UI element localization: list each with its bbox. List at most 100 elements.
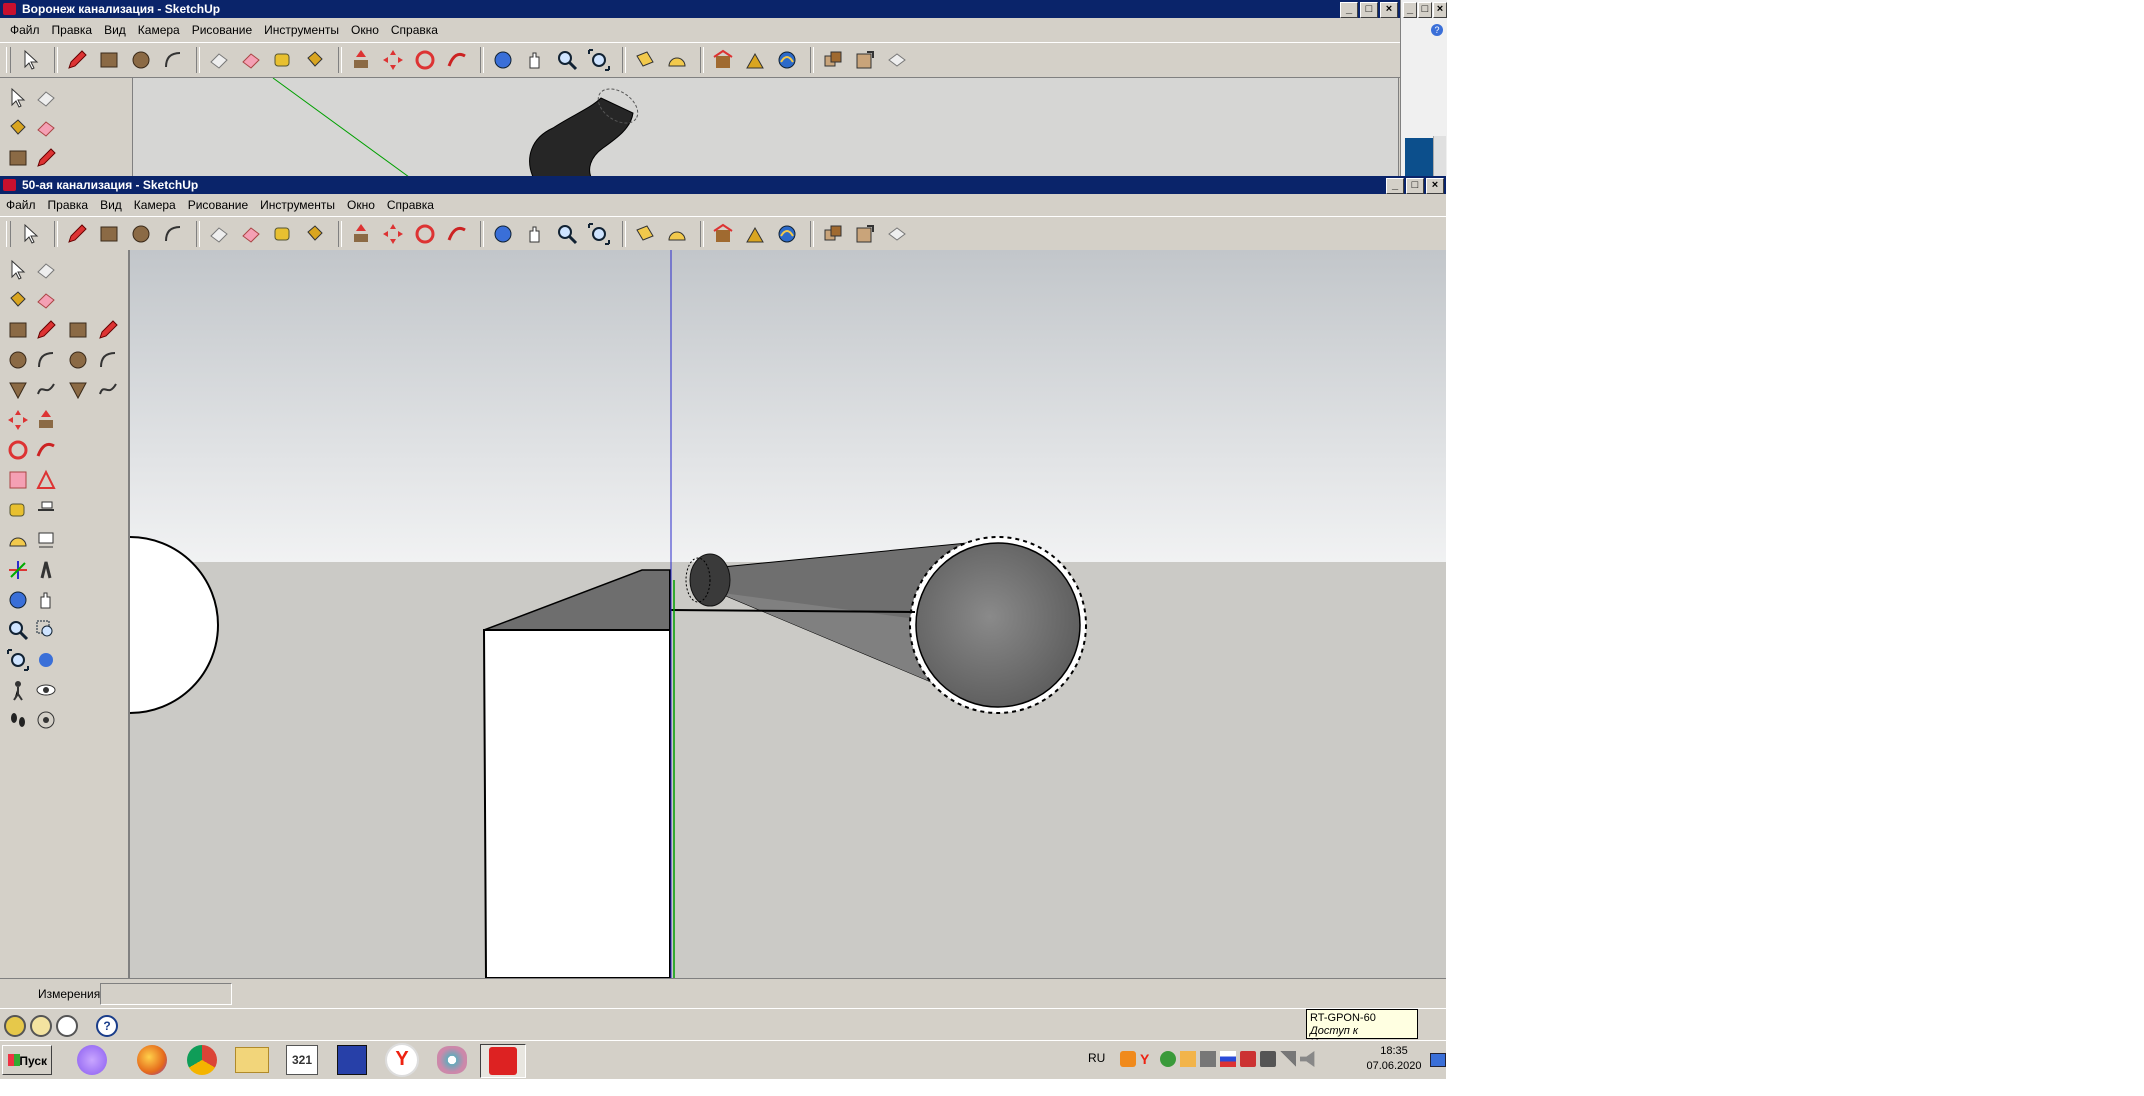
section-plane-icon[interactable] bbox=[631, 46, 659, 74]
show-desktop-icon[interactable] bbox=[1430, 1053, 1446, 1067]
circle-icon[interactable] bbox=[4, 346, 32, 374]
tray-signal-icon[interactable] bbox=[1280, 1051, 1296, 1067]
zoom-icon[interactable] bbox=[553, 220, 581, 248]
arc-icon[interactable] bbox=[32, 346, 60, 374]
menu-view[interactable]: Вид bbox=[94, 198, 128, 212]
toolbar-grip[interactable] bbox=[6, 221, 11, 247]
explorer-icon[interactable] bbox=[230, 1044, 274, 1076]
rotate-icon[interactable] bbox=[411, 220, 439, 248]
geo-location-status-icon[interactable] bbox=[4, 1015, 26, 1037]
zoom-icon[interactable] bbox=[553, 46, 581, 74]
tape-measure-icon[interactable] bbox=[4, 496, 32, 524]
scale-icon[interactable] bbox=[4, 466, 32, 494]
circle-icon[interactable] bbox=[127, 220, 155, 248]
front-window-titlebar[interactable]: 50-ая канализация - SketchUp _ □ × bbox=[0, 176, 1446, 194]
select-icon[interactable] bbox=[17, 46, 45, 74]
tray-folder-icon[interactable] bbox=[1180, 1051, 1196, 1067]
menu-draw[interactable]: Рисование bbox=[182, 198, 254, 212]
eraser-icon[interactable] bbox=[205, 220, 233, 248]
freehand-icon[interactable] bbox=[32, 376, 60, 404]
panel-close-button[interactable]: × bbox=[1433, 2, 1447, 18]
move-icon[interactable] bbox=[379, 220, 407, 248]
orbit-icon[interactable] bbox=[4, 586, 32, 614]
layout-icon[interactable] bbox=[883, 220, 911, 248]
protractor-icon[interactable] bbox=[663, 220, 691, 248]
credits-status-icon[interactable] bbox=[30, 1015, 52, 1037]
help-icon[interactable]: ? bbox=[1431, 24, 1443, 36]
start-button[interactable]: Пуск bbox=[2, 1045, 52, 1075]
menu-window[interactable]: Окно bbox=[345, 23, 385, 37]
save-disk-icon[interactable] bbox=[330, 1044, 374, 1076]
tray-app-icon[interactable] bbox=[1120, 1051, 1136, 1067]
menu-edit[interactable]: Правка bbox=[42, 198, 95, 212]
move-icon[interactable] bbox=[379, 46, 407, 74]
offset-icon[interactable] bbox=[32, 466, 60, 494]
eraser-icon[interactable] bbox=[32, 84, 60, 112]
arc-icon[interactable] bbox=[159, 46, 187, 74]
dimension-icon[interactable] bbox=[32, 496, 60, 524]
google-earth-icon[interactable] bbox=[741, 46, 769, 74]
tray-flag-icon[interactable] bbox=[1220, 1051, 1236, 1067]
menu-tools[interactable]: Инструменты bbox=[254, 198, 341, 212]
select-icon[interactable] bbox=[17, 220, 45, 248]
pan-icon[interactable] bbox=[521, 46, 549, 74]
orbit-icon[interactable] bbox=[489, 220, 517, 248]
3d-text-icon[interactable] bbox=[32, 556, 60, 584]
circle-icon[interactable] bbox=[127, 46, 155, 74]
paint-eraser-icon[interactable] bbox=[237, 220, 265, 248]
user-status-icon[interactable] bbox=[56, 1015, 78, 1037]
sketchup-taskbar-icon[interactable] bbox=[480, 1044, 526, 1078]
geo-location-icon[interactable] bbox=[773, 46, 801, 74]
push-pull-icon[interactable] bbox=[347, 46, 375, 74]
menu-camera[interactable]: Камера bbox=[132, 23, 186, 37]
measurements-input[interactable] bbox=[100, 983, 232, 1005]
share-model-icon[interactable] bbox=[851, 46, 879, 74]
position-camera-icon[interactable] bbox=[32, 706, 60, 734]
maximize-button[interactable]: □ bbox=[1406, 178, 1424, 194]
arc-icon[interactable] bbox=[94, 346, 122, 374]
rectangle-icon[interactable] bbox=[64, 316, 92, 344]
paint-icon[interactable] bbox=[430, 1044, 474, 1076]
rectangle-icon[interactable] bbox=[95, 46, 123, 74]
tape-measure-icon[interactable] bbox=[269, 46, 297, 74]
eraser-pink-icon[interactable] bbox=[32, 286, 60, 314]
pencil-icon[interactable] bbox=[32, 316, 60, 344]
footprints-icon[interactable] bbox=[4, 706, 32, 734]
menu-edit[interactable]: Правка bbox=[46, 23, 99, 37]
menu-draw[interactable]: Рисование bbox=[186, 23, 258, 37]
minimize-button[interactable]: _ bbox=[1340, 2, 1358, 18]
rectangle-icon[interactable] bbox=[95, 220, 123, 248]
follow-me-icon[interactable] bbox=[32, 436, 60, 464]
zoom-extents-icon[interactable] bbox=[4, 646, 32, 674]
back-window-titlebar[interactable]: Воронеж канализация - SketchUp _ □ × bbox=[0, 0, 1400, 18]
polygon-icon[interactable] bbox=[4, 376, 32, 404]
freehand-icon[interactable] bbox=[94, 376, 122, 404]
language-indicator[interactable]: RU bbox=[1088, 1051, 1105, 1065]
close-button[interactable]: × bbox=[1380, 2, 1398, 18]
tray-network-icon[interactable] bbox=[1200, 1051, 1216, 1067]
tray-volume-icon[interactable] bbox=[1300, 1051, 1315, 1067]
paint-bucket-icon[interactable] bbox=[301, 220, 329, 248]
yandex-browser-icon[interactable]: Y bbox=[380, 1043, 424, 1077]
tray-yandex-icon[interactable]: Y bbox=[1140, 1051, 1156, 1067]
zoom-extents-icon[interactable] bbox=[585, 220, 613, 248]
panel-minimize-button[interactable]: _ bbox=[1403, 2, 1417, 18]
eraser-pink-icon[interactable] bbox=[32, 114, 60, 142]
previous-view-icon[interactable] bbox=[32, 646, 60, 674]
look-around-icon[interactable] bbox=[32, 676, 60, 704]
pencil-icon[interactable] bbox=[32, 144, 60, 172]
move-icon[interactable] bbox=[4, 406, 32, 434]
components-icon[interactable] bbox=[819, 220, 847, 248]
eraser-icon[interactable] bbox=[205, 46, 233, 74]
layout-icon[interactable] bbox=[883, 46, 911, 74]
model-viewport[interactable] bbox=[128, 250, 1446, 978]
zoom-icon[interactable] bbox=[4, 616, 32, 644]
share-model-icon[interactable] bbox=[851, 220, 879, 248]
menu-camera[interactable]: Камера bbox=[128, 198, 182, 212]
panel-restore-button[interactable]: □ bbox=[1418, 2, 1432, 18]
rotate-icon[interactable] bbox=[4, 436, 32, 464]
text-icon[interactable] bbox=[32, 526, 60, 554]
select-icon[interactable] bbox=[4, 256, 32, 284]
menu-file[interactable]: Файл bbox=[0, 198, 42, 212]
menu-help[interactable]: Справка bbox=[381, 198, 440, 212]
